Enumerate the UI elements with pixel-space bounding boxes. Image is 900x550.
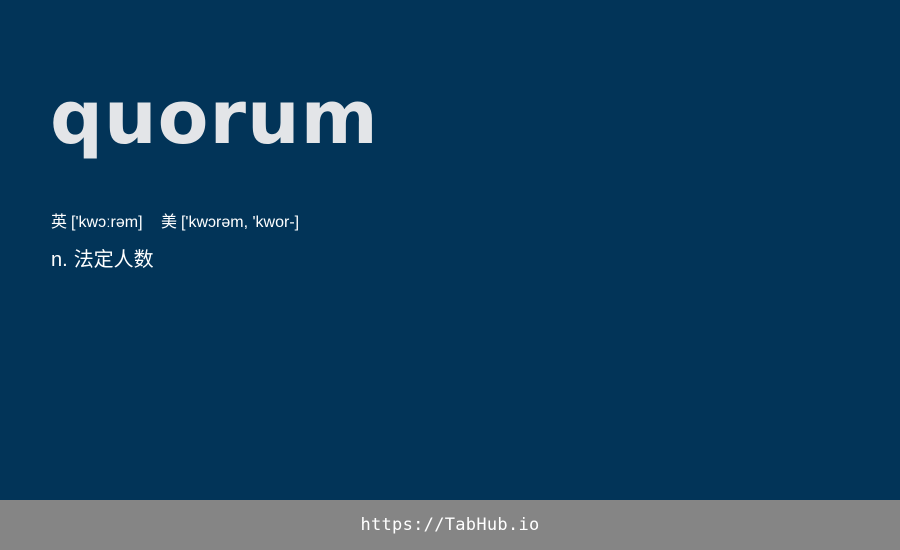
part-of-speech: n. bbox=[51, 249, 68, 271]
footer-bar: https://TabHub.io bbox=[0, 500, 900, 550]
phonetic-uk: 英 ['kwɔːrəm] bbox=[51, 213, 143, 233]
phonetic-us: 美 ['kwɔrəm, 'kwor-] bbox=[161, 213, 299, 233]
headword: quorum bbox=[50, 75, 379, 161]
word-card: quorum 英 ['kwɔːrəm] 美 ['kwɔrəm, 'kwor-] n.… bbox=[0, 0, 900, 500]
phonetic-us-label: 美 bbox=[160, 214, 177, 231]
footer-url-link[interactable]: https://TabHub.io bbox=[360, 515, 539, 535]
phonetics-row: 英 ['kwɔːrəm] 美 ['kwɔrəm, 'kwor-] bbox=[51, 213, 313, 233]
phonetic-us-ipa: ['kwɔrəm, 'kwor-] bbox=[180, 214, 300, 231]
phonetic-uk-label: 英 bbox=[51, 214, 68, 231]
definition-row: n. 法定人数 bbox=[51, 248, 154, 272]
phonetic-uk-ipa: ['kwɔːrəm] bbox=[71, 214, 143, 231]
definition-text: 法定人数 bbox=[73, 249, 154, 271]
